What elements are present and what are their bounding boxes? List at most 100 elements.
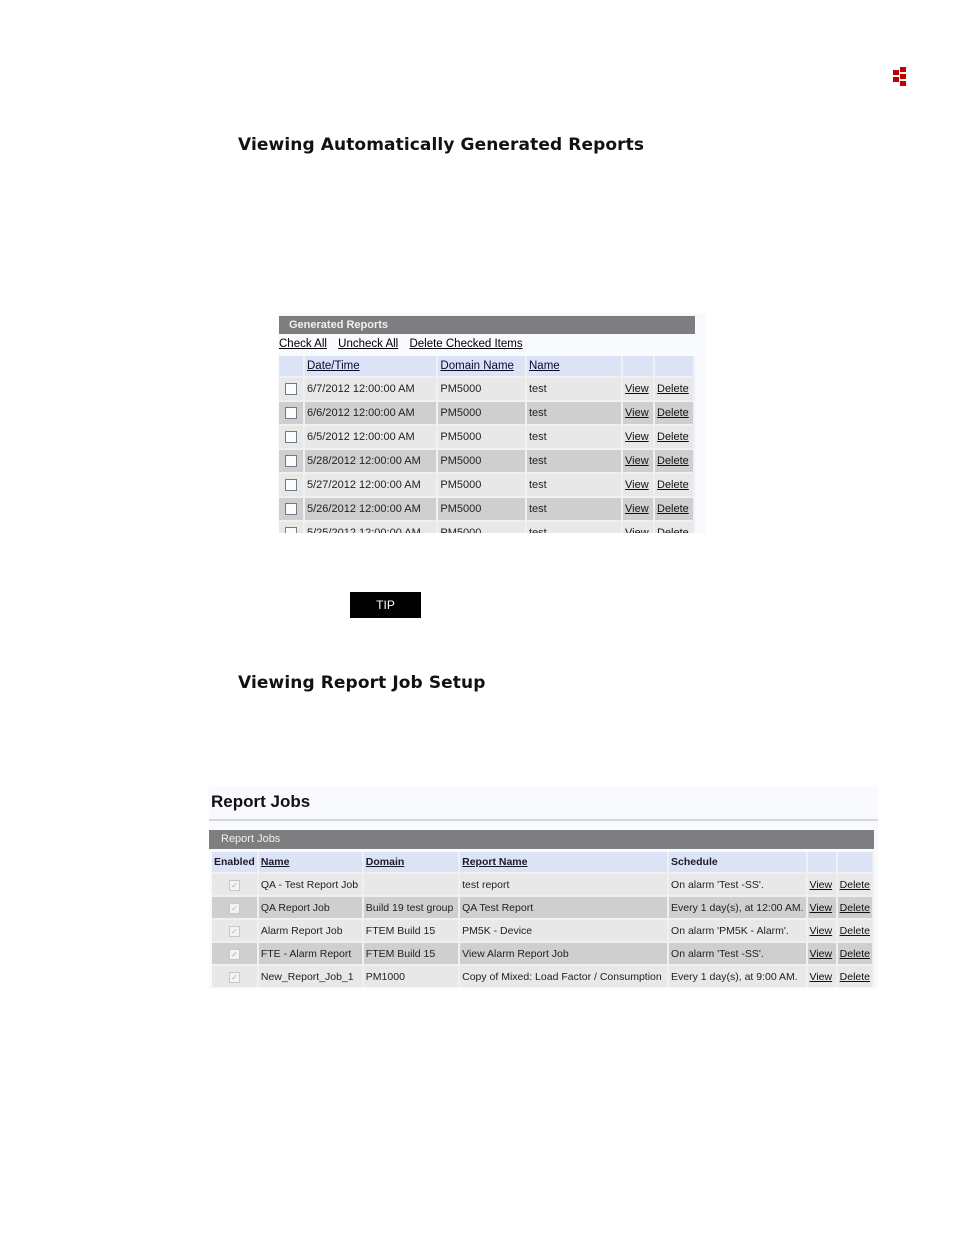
enabled-checkbox[interactable]: ✓: [228, 879, 240, 891]
column-header-name[interactable]: Name: [257, 852, 364, 873]
view-cell: View: [806, 941, 838, 965]
tip-label: TIP: [350, 592, 421, 618]
domain-name-cell: PM5000: [437, 472, 527, 497]
table-row: 6/7/2012 12:00:00 AM PM5000 test View Delete: [279, 376, 695, 401]
enabled-checkbox[interactable]: ✓: [228, 902, 240, 914]
view-link[interactable]: View: [810, 925, 833, 937]
delete-link[interactable]: Delete: [657, 455, 689, 467]
view-cell: View: [622, 496, 655, 521]
schedule-cell: On alarm 'PM5K - Alarm'.: [668, 918, 808, 942]
row-checkbox[interactable]: [285, 455, 297, 468]
view-link[interactable]: View: [625, 431, 649, 443]
section-heading-generated-reports: Viewing Automatically Generated Reports: [238, 135, 645, 155]
delete-cell: Delete: [836, 918, 875, 942]
report-jobs-screenshot: Report Jobs Report Jobs Enabled Name Dom…: [209, 787, 878, 989]
delete-checked-items-link[interactable]: Delete Checked Items: [409, 338, 522, 350]
delete-link[interactable]: Delete: [657, 431, 689, 443]
job-name-cell: QA - Test Report Job: [257, 872, 364, 896]
table-row: ✓ FTE - Alarm Report FTEM Build 15 View Ala…: [212, 941, 875, 965]
report-jobs-table: Enabled Name Domain Report Name Schedule…: [212, 852, 875, 987]
delete-cell: Delete: [654, 496, 695, 521]
job-name-cell: FTE - Alarm Report: [257, 941, 364, 965]
view-column-header: [806, 852, 838, 873]
check-all-link[interactable]: Check All: [279, 338, 327, 350]
schedule-cell: On alarm 'Test -SS'.: [668, 941, 808, 965]
view-link[interactable]: View: [625, 479, 649, 491]
domain-name-cell: PM5000: [437, 400, 527, 425]
uncheck-all-link[interactable]: Uncheck All: [338, 338, 398, 350]
column-header-report-name[interactable]: Report Name: [459, 852, 670, 873]
row-checkbox-cell: [279, 472, 305, 497]
column-header-datetime[interactable]: Date/Time: [304, 356, 439, 377]
view-link[interactable]: View: [625, 383, 649, 395]
delete-link[interactable]: Delete: [840, 925, 870, 937]
table-row: 5/27/2012 12:00:00 AM PM5000 test View Delet…: [279, 472, 695, 497]
enabled-cell: ✓: [212, 941, 259, 965]
domain-name-cell: PM5000: [437, 424, 527, 449]
column-header-name[interactable]: Name: [526, 356, 623, 377]
view-link[interactable]: View: [625, 455, 649, 467]
table-row: 6/5/2012 12:00:00 AM PM5000 test View Delete: [279, 424, 695, 449]
enabled-cell: ✓: [212, 964, 259, 987]
delete-link[interactable]: Delete: [840, 902, 870, 914]
brand-logo-icon: [893, 67, 907, 87]
datetime-cell: 5/27/2012 12:00:00 AM: [304, 472, 439, 497]
view-link[interactable]: View: [625, 527, 649, 533]
column-header-domain-name[interactable]: Domain Name: [437, 356, 527, 377]
delete-link[interactable]: Delete: [657, 527, 689, 533]
report-name-cell: QA Test Report: [459, 895, 670, 919]
column-header-domain[interactable]: Domain: [362, 852, 461, 873]
row-checkbox[interactable]: [285, 431, 297, 444]
row-checkbox-cell: [279, 448, 305, 473]
view-cell: View: [622, 448, 655, 473]
delete-link[interactable]: Delete: [657, 407, 689, 419]
view-link[interactable]: View: [625, 407, 649, 419]
job-name-cell: New_Report_Job_1: [257, 964, 364, 987]
domain-cell: Build 19 test group: [362, 895, 461, 919]
view-cell: View: [622, 376, 655, 401]
row-checkbox[interactable]: [285, 527, 297, 533]
enabled-checkbox[interactable]: ✓: [228, 971, 240, 983]
delete-link[interactable]: Delete: [657, 503, 689, 515]
enabled-checkbox[interactable]: ✓: [228, 925, 240, 937]
job-name-cell: Alarm Report Job: [257, 918, 364, 942]
domain-name-cell: PM5000: [437, 376, 527, 401]
view-link[interactable]: View: [810, 902, 833, 914]
row-checkbox[interactable]: [285, 479, 297, 492]
delete-column-header: [654, 356, 695, 377]
view-link[interactable]: View: [810, 971, 833, 983]
row-checkbox-cell: [279, 400, 305, 425]
delete-cell: Delete: [836, 895, 875, 919]
delete-link[interactable]: Delete: [840, 971, 870, 983]
generated-reports-table: Date/Time Domain Name Name 6/7/2012 12:0…: [279, 356, 695, 533]
title-divider: [209, 819, 878, 821]
datetime-cell: 6/5/2012 12:00:00 AM: [304, 424, 439, 449]
delete-cell: Delete: [654, 376, 695, 401]
report-jobs-page-title: Report Jobs: [211, 792, 311, 811]
row-checkbox-cell: [279, 520, 305, 533]
view-link[interactable]: View: [625, 503, 649, 515]
row-checkbox[interactable]: [285, 407, 297, 420]
row-checkbox[interactable]: [285, 383, 297, 396]
name-cell: test: [526, 472, 623, 497]
table-row: ✓ New_Report_Job_1 PM1000 Copy of Mixed: Lo…: [212, 964, 875, 987]
delete-cell: Delete: [654, 400, 695, 425]
delete-link[interactable]: Delete: [657, 383, 689, 395]
delete-link[interactable]: Delete: [840, 948, 870, 960]
enabled-cell: ✓: [212, 895, 259, 919]
table-row: 6/6/2012 12:00:00 AM PM5000 test View Delete: [279, 400, 695, 425]
table-header-row: Enabled Name Domain Report Name Schedule: [212, 852, 875, 873]
delete-link[interactable]: Delete: [840, 879, 870, 891]
row-checkbox[interactable]: [285, 503, 297, 516]
view-link[interactable]: View: [810, 879, 833, 891]
view-link[interactable]: View: [810, 948, 833, 960]
enabled-checkbox[interactable]: ✓: [228, 948, 240, 960]
schedule-cell: Every 1 day(s), at 12:00 AM.: [668, 895, 808, 919]
delete-cell: Delete: [836, 872, 875, 896]
delete-cell: Delete: [836, 964, 875, 987]
domain-name-cell: PM5000: [437, 496, 527, 521]
delete-cell: Delete: [654, 448, 695, 473]
delete-cell: Delete: [836, 941, 875, 965]
domain-cell: FTEM Build 15: [362, 918, 461, 942]
delete-link[interactable]: Delete: [657, 479, 689, 491]
